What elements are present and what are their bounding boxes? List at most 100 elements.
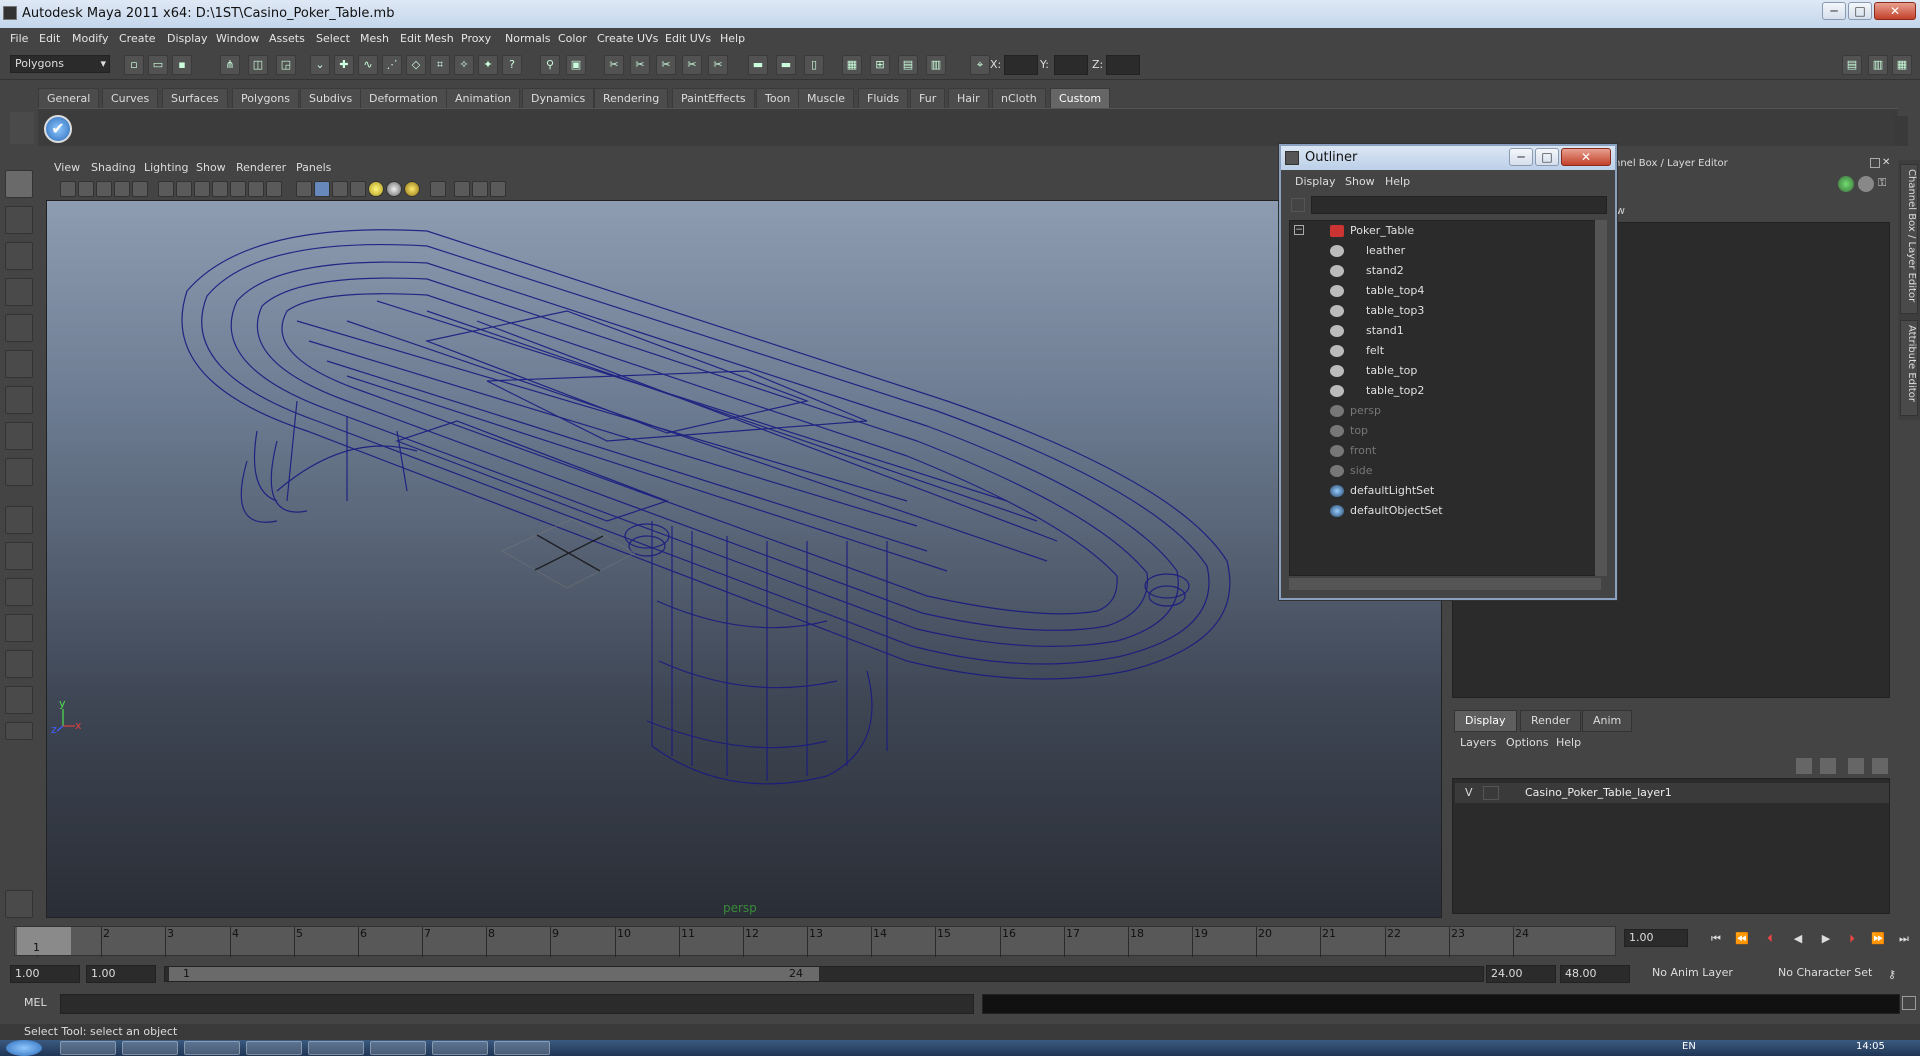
camera-icon[interactable]: ▯ — [804, 55, 824, 75]
render-frame-icon[interactable]: ✂ — [604, 55, 624, 75]
viewport-menu-shading[interactable]: Shading — [91, 161, 136, 174]
ipr-render-icon[interactable]: ✂ — [630, 55, 650, 75]
film-gate-icon[interactable] — [176, 181, 192, 197]
taskbar-app-5[interactable] — [308, 1041, 364, 1055]
step-forward-key-icon[interactable]: ⏵ — [1842, 932, 1862, 950]
step-forward-frame-icon[interactable]: ⏩ — [1868, 932, 1888, 950]
all-lights-icon[interactable] — [386, 181, 402, 197]
select-object-icon[interactable]: ◫ — [248, 55, 268, 75]
menu-select[interactable]: Select — [316, 32, 350, 45]
time-slider[interactable]: 123456789101112131415161718192021222324 … — [14, 926, 1616, 957]
snap-magnet-icon[interactable]: ✦ — [478, 55, 498, 75]
mode-dropdown[interactable]: Polygons ▾ — [10, 55, 110, 73]
image-plane-icon[interactable]: ▦ — [842, 55, 862, 75]
taskbar-app-6[interactable] — [370, 1041, 426, 1055]
viewport-menu-view[interactable]: View — [54, 161, 80, 174]
x-field[interactable] — [1004, 55, 1038, 75]
isolate-select-icon[interactable] — [454, 181, 470, 197]
snap-grid-icon[interactable]: ✚ — [334, 55, 354, 75]
character-set-dropdown[interactable]: No Character Set — [1774, 965, 1884, 983]
menu-edit-uvs[interactable]: Edit UVs — [665, 32, 711, 45]
quick-layout-icon[interactable] — [5, 890, 33, 918]
playback-start-field[interactable]: 1.00 — [86, 965, 156, 983]
taskbar-app-2[interactable] — [122, 1041, 178, 1055]
language-indicator[interactable]: EN — [1682, 1041, 1696, 1052]
range-bar[interactable]: 1 24 — [164, 966, 1484, 982]
wireframe-icon[interactable] — [296, 181, 312, 197]
hypershade-icon[interactable]: ✂ — [682, 55, 702, 75]
new-layer-selected-icon[interactable] — [1820, 758, 1836, 774]
camera-bookmark-icon[interactable] — [96, 181, 112, 197]
taskbar-app-8[interactable] — [494, 1041, 550, 1055]
menu-file[interactable]: File — [10, 32, 28, 45]
hypershade-layout-icon[interactable] — [5, 650, 33, 678]
current-frame-marker[interactable]: 1 — [17, 927, 71, 955]
camera-lock-icon[interactable] — [78, 181, 94, 197]
menu-mesh[interactable]: Mesh — [360, 32, 389, 45]
menu-normals[interactable]: Normals — [505, 32, 551, 45]
outliner-vertical-scrollbar[interactable] — [1595, 220, 1607, 576]
script-editor-icon[interactable] — [1902, 996, 1916, 1010]
go-to-end-icon[interactable]: ⏭ — [1894, 932, 1914, 950]
shelf-tab-general[interactable]: General — [38, 88, 100, 108]
outliner-titlebar[interactable]: Outliner ─ □ ✕ — [1281, 146, 1615, 170]
scale-tool-icon[interactable] — [5, 350, 33, 378]
layer-tab-display[interactable]: Display — [1454, 710, 1517, 732]
persp-graph-layout-icon[interactable] — [5, 614, 33, 642]
single-pane-layout-icon[interactable] — [5, 506, 33, 534]
high-quality-icon[interactable] — [472, 181, 488, 197]
outliner-menu-help[interactable]: Help — [1385, 175, 1410, 188]
make-live-icon[interactable]: ⌗ — [430, 55, 450, 75]
layer-row[interactable]: V Casino_Poker_Table_layer1 — [1455, 783, 1889, 803]
channel-box-icon-1[interactable] — [1838, 176, 1854, 192]
input-lock-icon[interactable]: ⚲ — [540, 55, 560, 75]
shelf-tab-animation[interactable]: Animation — [446, 88, 521, 108]
layer-tab-anim[interactable]: Anim — [1582, 710, 1633, 732]
anim-layer-dropdown[interactable]: No Anim Layer — [1648, 965, 1758, 983]
shelf-tab-curves[interactable]: Curves — [102, 88, 159, 108]
layer-menu-help[interactable]: Help — [1556, 736, 1581, 749]
play-backwards-icon[interactable]: ◀ — [1788, 932, 1808, 950]
snap-point-icon[interactable]: ⋰ — [382, 55, 402, 75]
menu-proxy[interactable]: Proxy — [461, 32, 491, 45]
shelf-tab-rendering[interactable]: Rendering — [594, 88, 669, 108]
menu-assets[interactable]: Assets — [269, 32, 305, 45]
start-button[interactable] — [6, 1040, 42, 1056]
outliner-menu-display[interactable]: Display — [1295, 175, 1336, 188]
backface-icon[interactable] — [490, 181, 506, 197]
outliner-menu-show[interactable]: Show — [1345, 175, 1375, 188]
close-panel-icon[interactable]: ✕ — [1882, 158, 1892, 168]
shadows-icon[interactable] — [404, 181, 420, 197]
wireframe-on-shaded-icon[interactable] — [332, 181, 348, 197]
last-tool-icon[interactable] — [5, 458, 33, 486]
two-d-pan-icon[interactable] — [132, 181, 148, 197]
persp-uv-layout-icon[interactable] — [5, 686, 33, 714]
filter-options-icon[interactable] — [1291, 198, 1305, 212]
shelf-tab-fur[interactable]: Fur — [910, 88, 946, 108]
move-layer-down-icon[interactable] — [1872, 758, 1888, 774]
layout-more-icon[interactable] — [5, 722, 33, 740]
layer-tab-render[interactable]: Render — [1520, 710, 1582, 732]
construction-history-icon[interactable]: ▣ — [566, 55, 586, 75]
four-pane-layout-icon[interactable] — [5, 542, 33, 570]
taskbar-app-7[interactable] — [432, 1041, 488, 1055]
shelf-tab-surfaces[interactable]: Surfaces — [162, 88, 228, 108]
texture-icon[interactable] — [350, 181, 366, 197]
save-scene-icon[interactable]: ▪ — [172, 55, 192, 75]
field-chart-icon[interactable] — [230, 181, 246, 197]
viewport-menu-renderer[interactable]: Renderer — [236, 161, 286, 174]
side-tab-attribute-editor[interactable]: Attribute Editor — [1900, 320, 1918, 416]
paint-select-tool-icon[interactable] — [5, 242, 33, 270]
menu-color[interactable]: Color — [558, 32, 587, 45]
layer-color-swatch-icon[interactable] — [1505, 786, 1513, 800]
play-forwards-icon[interactable]: ▶ — [1816, 932, 1836, 950]
shelf-tab-deformation[interactable]: Deformation — [360, 88, 447, 108]
channel-box-icon-3[interactable]: ⚿ — [1878, 176, 1892, 192]
outliner-minimize-button[interactable]: ─ — [1509, 148, 1533, 166]
outliner-maximize-button[interactable]: □ — [1535, 148, 1559, 166]
select-component-icon[interactable]: ◲ — [276, 55, 296, 75]
rotate-tool-icon[interactable] — [5, 314, 33, 342]
shelf-menu-icon[interactable] — [10, 112, 34, 144]
command-input[interactable] — [60, 994, 974, 1014]
attribute-editor-toggle-icon[interactable]: ▤ — [1842, 55, 1862, 75]
